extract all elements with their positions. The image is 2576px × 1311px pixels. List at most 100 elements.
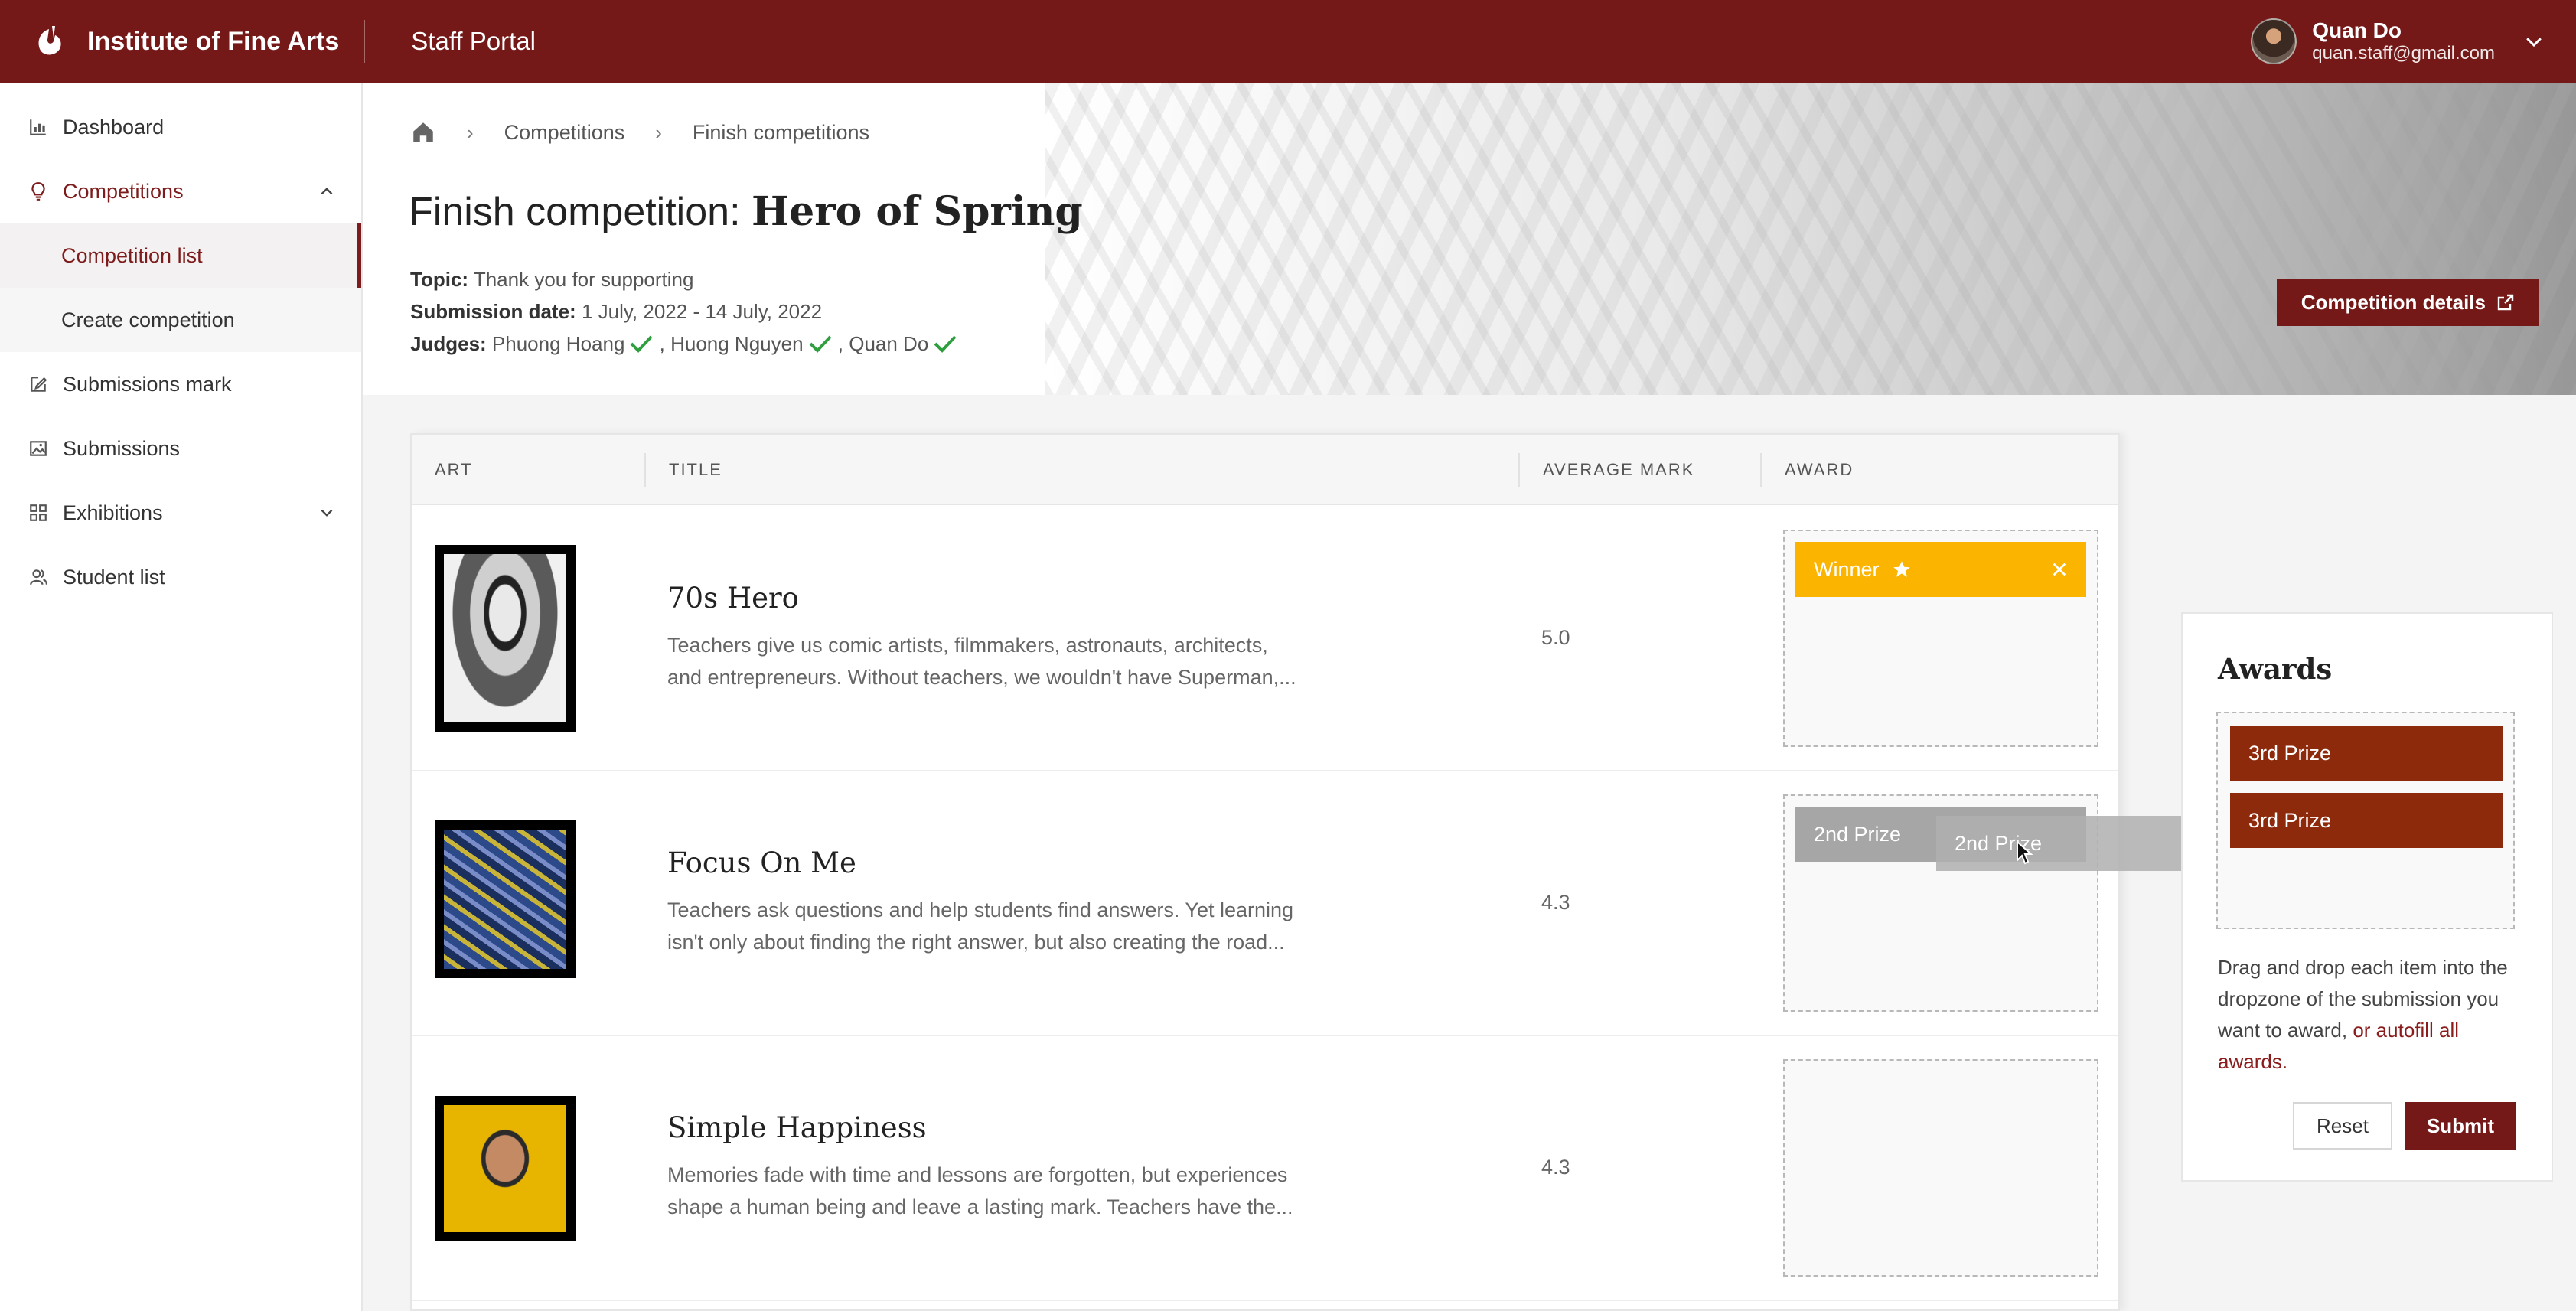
judge-name: , Huong Nguyen: [659, 332, 804, 355]
brand-name[interactable]: Institute of Fine Arts: [87, 27, 339, 57]
description-line: shape a human being and leave a lasting …: [667, 1195, 1293, 1218]
star-icon: [1893, 561, 1910, 577]
award-dropzone[interactable]: [1783, 1059, 2098, 1277]
awards-pool[interactable]: 3rd Prize 3rd Prize: [2216, 712, 2515, 929]
submission-title[interactable]: Simple Happiness: [667, 1111, 927, 1144]
image-icon: [28, 438, 49, 459]
competition-details-button[interactable]: Competition details: [2276, 279, 2539, 326]
sidebar-item-label: Student list: [63, 565, 165, 589]
sidebar-item-exhibitions[interactable]: Exhibitions: [0, 481, 361, 545]
sidebar-item-label: Exhibitions: [63, 501, 163, 524]
judge-name: , Quan Do: [837, 332, 929, 355]
submission-title[interactable]: Focus On Me: [667, 846, 856, 879]
logo-icon[interactable]: [32, 24, 66, 58]
submissions-table: ART TITLE AVERAGE MARK AWARD 70s Hero Te…: [410, 433, 2120, 1311]
column-header-award: AWARD: [1760, 453, 1854, 487]
page-header: › Competitions › Finish competitions Fin…: [363, 83, 2576, 395]
award-badge-winner[interactable]: Winner: [1795, 542, 2086, 597]
judges-label: Judges:: [410, 332, 487, 355]
sidebar-item-submissions-mark[interactable]: Submissions mark: [0, 352, 361, 416]
chevron-right-icon: ›: [655, 120, 662, 144]
submission-title[interactable]: 70s Hero: [667, 582, 799, 615]
edit-icon: [28, 373, 49, 395]
award-item-3rd-prize[interactable]: 3rd Prize: [2230, 793, 2503, 848]
column-header-title: TITLE: [644, 453, 722, 487]
date-line: Submission date: 1 July, 2022 - 14 July,…: [410, 295, 957, 328]
sidebar-item-competition-list[interactable]: Competition list: [0, 223, 361, 288]
avatar[interactable]: [2251, 18, 2297, 64]
column-header-art: ART: [435, 460, 473, 479]
award-label: 2nd Prize: [1814, 822, 1902, 846]
award-label: Winner: [1814, 557, 1880, 581]
breadcrumb-competitions[interactable]: Competitions: [504, 121, 625, 145]
check-icon: [809, 335, 831, 353]
award-item-3rd-prize[interactable]: 3rd Prize: [2230, 726, 2503, 781]
external-link-icon: [2497, 294, 2514, 311]
chevron-up-icon[interactable]: [317, 181, 337, 201]
date-value: 1 July, 2022 - 14 July, 2022: [581, 300, 823, 323]
topic-value: Thank you for supporting: [473, 268, 694, 291]
sidebar-item-dashboard[interactable]: Dashboard: [0, 95, 361, 159]
table-header: ART TITLE AVERAGE MARK AWARD: [412, 435, 2118, 505]
check-icon: [631, 335, 653, 353]
artwork-thumbnail[interactable]: [435, 820, 576, 978]
awards-title: Awards: [2218, 652, 2333, 686]
check-icon: [934, 335, 957, 353]
competition-details-label: Competition details: [2300, 290, 2486, 314]
awards-panel: Awards 3rd Prize 3rd Prize Drag and drop…: [2181, 612, 2553, 1182]
users-icon: [28, 566, 49, 588]
average-mark: 4.3: [1541, 1156, 1570, 1179]
sidebar-item-label: Submissions: [63, 436, 181, 460]
topic-label: Topic:: [410, 268, 469, 291]
competition-meta: Topic: Thank you for supporting Submissi…: [410, 263, 957, 360]
description-line: isn't only about finding the right answe…: [667, 931, 1285, 954]
description-line: Memories fade with time and lessons are …: [667, 1163, 1288, 1186]
breadcrumb: › Competitions › Finish competitions: [410, 119, 869, 145]
description-line: Teachers ask questions and help students…: [667, 898, 1294, 921]
close-icon[interactable]: [2051, 561, 2068, 578]
award-dropzone[interactable]: Winner: [1783, 530, 2098, 747]
chevron-right-icon: ›: [467, 120, 474, 144]
judges-line: Judges: Phuong Hoang , Huong Nguyen , Qu…: [410, 328, 957, 360]
header-divider: [364, 20, 366, 63]
artwork-thumbnail[interactable]: [435, 545, 576, 732]
artwork-thumbnail[interactable]: [435, 1096, 576, 1241]
submission-description: Teachers ask questions and help students…: [667, 894, 1325, 958]
header-background-image: [1045, 83, 2576, 395]
sidebar-item-label: Competitions: [63, 179, 184, 203]
reset-button[interactable]: Reset: [2293, 1102, 2392, 1150]
sidebar: Dashboard Competitions Competition list …: [0, 83, 363, 1311]
dragging-award-item[interactable]: 2nd Prize: [1936, 816, 2209, 871]
description-line: and entrepreneurs. Without teachers, we …: [667, 666, 1296, 689]
table-row: 70s Hero Teachers give us comic artists,…: [412, 507, 2118, 771]
home-icon[interactable]: [410, 119, 436, 145]
title-prefix: Finish competition:: [409, 190, 741, 234]
portal-name: Staff Portal: [411, 27, 536, 55]
column-header-average-mark: AVERAGE MARK: [1518, 453, 1694, 487]
sidebar-item-student-list[interactable]: Student list: [0, 545, 361, 609]
user-name: Quan Do: [2312, 18, 2402, 42]
topic-line: Topic: Thank you for supporting: [410, 263, 957, 295]
sidebar-item-submissions[interactable]: Submissions: [0, 416, 361, 481]
submission-description: Memories fade with time and lessons are …: [667, 1159, 1325, 1223]
top-bar: Institute of Fine Arts Staff Portal Quan…: [0, 0, 2576, 83]
average-mark: 4.3: [1541, 891, 1570, 914]
table-row: Simple Happiness Memories fade with time…: [412, 1036, 2118, 1301]
table-row: Focus On Me Teachers ask questions and h…: [412, 771, 2118, 1036]
sidebar-item-label: Submissions mark: [63, 372, 232, 396]
description-line: Teachers give us comic artists, filmmake…: [667, 634, 1268, 657]
average-mark: 5.0: [1541, 626, 1570, 649]
judge-name: Phuong Hoang: [491, 332, 625, 355]
sidebar-item-label: Dashboard: [63, 115, 165, 139]
pointer-cursor-icon: [2017, 840, 2033, 865]
submit-button[interactable]: Submit: [2405, 1102, 2516, 1150]
chart-icon: [28, 116, 49, 138]
chevron-down-icon[interactable]: [2522, 30, 2545, 53]
sidebar-item-competitions[interactable]: Competitions: [0, 159, 361, 223]
competition-name: Hero of Spring: [751, 188, 1083, 235]
chevron-down-icon[interactable]: [317, 503, 337, 523]
awards-instructions: Drag and drop each item into the dropzon…: [2218, 952, 2524, 1078]
lightbulb-icon: [28, 181, 49, 202]
user-menu[interactable]: Quan Do quan.staff@gmail.com: [2251, 0, 2545, 83]
sidebar-item-create-competition[interactable]: Create competition: [0, 288, 361, 352]
